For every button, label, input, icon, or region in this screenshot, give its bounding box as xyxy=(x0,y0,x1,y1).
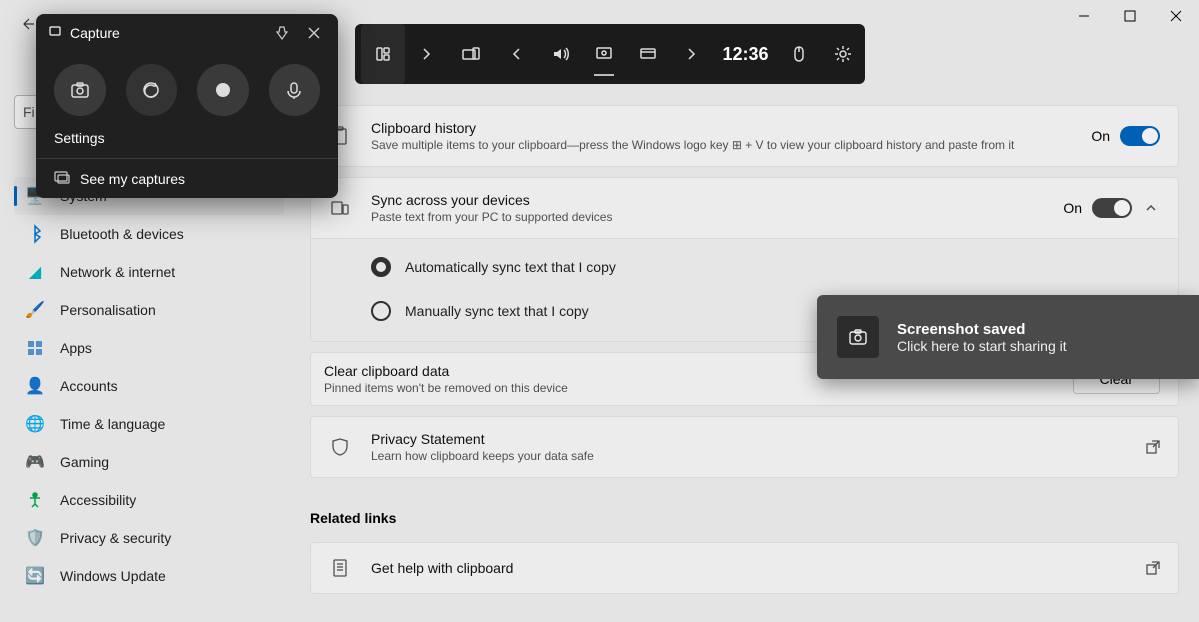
get-help-link[interactable]: Get help with clipboard xyxy=(310,542,1179,594)
sidebar-item-personalisation[interactable]: 🖌️ Personalisation xyxy=(14,291,284,329)
radio-unselected-icon xyxy=(371,301,391,321)
sidebar-item-label: Accessibility xyxy=(60,492,136,508)
gamebar-settings-button[interactable] xyxy=(821,24,865,84)
radio-selected-icon xyxy=(371,257,391,277)
sync-icon xyxy=(329,197,351,219)
screenshot-button[interactable] xyxy=(54,64,106,116)
toggle-state: On xyxy=(1091,128,1110,144)
external-link-icon xyxy=(1146,561,1160,575)
toast-subtitle: Click here to start sharing it xyxy=(897,338,1067,354)
setting-title: Privacy Statement xyxy=(371,431,1126,447)
apps-icon xyxy=(26,339,44,357)
chevron-up-icon[interactable] xyxy=(1142,199,1160,217)
gamebar-capture-button[interactable] xyxy=(449,24,493,84)
setting-title: Sync across your devices xyxy=(371,192,1043,208)
capture-pin-button[interactable] xyxy=(270,21,294,45)
capture-close-button[interactable] xyxy=(302,21,326,45)
wifi-icon: ◢ xyxy=(26,263,44,281)
sidebar-item-time-language[interactable]: 🌐 Time & language xyxy=(14,405,284,443)
record-last-button[interactable] xyxy=(126,64,178,116)
related-links-heading: Related links xyxy=(310,510,1179,526)
gamebar-audio-button[interactable] xyxy=(538,24,582,84)
gamebar-mouse-icon[interactable] xyxy=(777,24,821,84)
update-icon: 🔄 xyxy=(26,567,44,585)
maximize-button[interactable] xyxy=(1107,0,1153,32)
xbox-game-bar: 12:36 xyxy=(355,24,865,84)
sidebar-item-label: Privacy & security xyxy=(60,530,171,546)
sidebar-item-bluetooth[interactable]: Bluetooth & devices xyxy=(14,215,284,253)
sidebar-item-windows-update[interactable]: 🔄 Windows Update xyxy=(14,557,284,595)
gamebar-expand-right-button[interactable] xyxy=(405,24,449,84)
setting-desc: Pinned items won't be removed on this de… xyxy=(324,381,1053,395)
screenshot-saved-toast[interactable]: Screenshot saved Click here to start sha… xyxy=(817,295,1199,379)
radio-label: Automatically sync text that I copy xyxy=(405,259,616,275)
sidebar-item-privacy[interactable]: 🛡️ Privacy & security xyxy=(14,519,284,557)
sidebar-item-network[interactable]: ◢ Network & internet xyxy=(14,253,284,291)
search-placeholder-fragment: Fi xyxy=(23,104,35,120)
capture-settings-link[interactable]: Settings xyxy=(36,130,338,158)
toggle-state: On xyxy=(1063,200,1082,216)
toast-title: Screenshot saved xyxy=(897,321,1067,338)
record-dot-icon xyxy=(216,83,230,97)
sidebar-item-label: Accounts xyxy=(60,378,118,394)
microphone-button[interactable] xyxy=(269,64,321,116)
setting-desc: Save multiple items to your clipboard—pr… xyxy=(371,138,1071,152)
toast-capture-icon xyxy=(837,316,879,358)
sidebar-item-label: Time & language xyxy=(60,416,165,432)
sidebar-item-accounts[interactable]: 👤 Accounts xyxy=(14,367,284,405)
gamebar-prev-button[interactable] xyxy=(494,24,538,84)
gamebar-xbox-button[interactable] xyxy=(626,24,670,84)
brush-icon: 🖌️ xyxy=(26,301,44,319)
clipboard-history-toggle[interactable] xyxy=(1120,126,1160,146)
setting-title: Get help with clipboard xyxy=(371,560,1126,576)
setting-title: Clipboard history xyxy=(371,120,1071,136)
shield-icon: 🛡️ xyxy=(26,529,44,547)
clipboard-history-setting[interactable]: Clipboard history Save multiple items to… xyxy=(310,105,1179,167)
gamebar-clock: 12:36 xyxy=(715,44,777,65)
sync-devices-setting[interactable]: Sync across your devices Paste text from… xyxy=(310,177,1179,239)
back-button[interactable] xyxy=(18,15,36,33)
bluetooth-icon xyxy=(26,225,44,243)
start-recording-button[interactable] xyxy=(197,64,249,116)
sync-option-auto[interactable]: Automatically sync text that I copy xyxy=(371,257,1118,277)
setting-desc: Learn how clipboard keeps your data safe xyxy=(371,449,1126,463)
capture-widget: Capture Settings See my captures xyxy=(36,14,338,198)
globe-icon: 🌐 xyxy=(26,415,44,433)
sidebar-item-apps[interactable]: Apps xyxy=(14,329,284,367)
see-my-captures-link[interactable]: See my captures xyxy=(36,158,338,198)
close-window-button[interactable] xyxy=(1153,0,1199,32)
gamebar-performance-button[interactable] xyxy=(582,24,626,84)
sidebar-item-label: Network & internet xyxy=(60,264,175,280)
shield-outline-icon xyxy=(329,436,351,458)
radio-label: Manually sync text that I copy xyxy=(405,303,589,319)
gaming-icon: 🎮 xyxy=(26,453,44,471)
capture-title: Capture xyxy=(70,25,262,41)
sidebar-item-label: Bluetooth & devices xyxy=(60,226,184,242)
sidebar-item-label: Gaming xyxy=(60,454,109,470)
help-doc-icon xyxy=(329,557,351,579)
see-captures-label: See my captures xyxy=(80,171,185,187)
gallery-icon xyxy=(54,169,70,188)
accessibility-icon xyxy=(26,491,44,509)
sync-toggle[interactable] xyxy=(1092,198,1132,218)
sidebar-item-gaming[interactable]: 🎮 Gaming xyxy=(14,443,284,481)
person-icon: 👤 xyxy=(26,377,44,395)
sidebar-item-label: Windows Update xyxy=(60,568,166,584)
external-link-icon xyxy=(1146,440,1160,454)
gamebar-widget-menu-button[interactable] xyxy=(361,24,405,84)
setting-desc: Paste text from your PC to supported dev… xyxy=(371,210,1043,224)
sidebar-item-label: Personalisation xyxy=(60,302,156,318)
sidebar-item-accessibility[interactable]: Accessibility xyxy=(14,481,284,519)
capture-badge-icon xyxy=(48,24,62,43)
minimize-button[interactable] xyxy=(1061,0,1107,32)
sidebar-item-label: Apps xyxy=(60,340,92,356)
gamebar-next-button[interactable] xyxy=(670,24,714,84)
privacy-statement-link[interactable]: Privacy Statement Learn how clipboard ke… xyxy=(310,416,1179,478)
